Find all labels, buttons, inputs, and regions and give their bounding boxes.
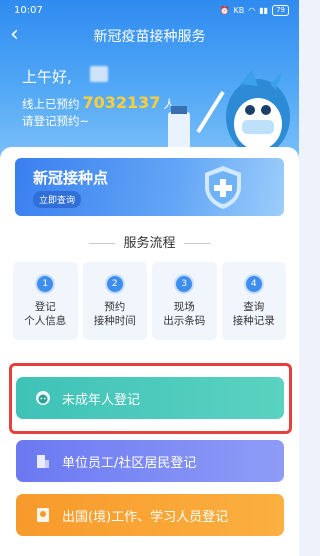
- step-label: 登记 个人信息: [24, 301, 67, 327]
- step-label: 预约 接种时间: [93, 301, 136, 327]
- step-show-code: 3 现场 出示条码: [152, 262, 217, 340]
- appointment-count: 线上已预约 7032137 人: [22, 93, 175, 112]
- process-title: 服务流程: [0, 232, 299, 251]
- username-blurred: [90, 66, 108, 82]
- highlight-box: [9, 363, 292, 434]
- step-number: 2: [104, 274, 125, 294]
- process-steps: 1 登记 个人信息 2 预约 接种时间 3 现场 出示条码 4 查询 接种记录: [13, 262, 286, 340]
- site-card-title: 新冠接种点: [33, 169, 109, 187]
- step-label: 查询 接种记录: [232, 301, 275, 327]
- step-number: 4: [243, 274, 264, 294]
- passport-icon: [34, 506, 52, 524]
- step-query-record: 4 查询 接种记录: [221, 262, 286, 340]
- nav-bar: ‹ 新冠疫苗接种服务: [0, 22, 299, 50]
- staff-resident-register-button[interactable]: 单位员工/社区居民登记: [16, 440, 284, 482]
- network-speed-icon: KB: [233, 5, 245, 15]
- wifi-icon: ◠: [248, 5, 256, 15]
- signal-icon: ▮▮: [259, 5, 269, 15]
- status-icons: ⏰ KB ◠ ▮▮ 79: [219, 4, 289, 16]
- shield-icon: [205, 166, 241, 209]
- status-time: 10:07: [14, 4, 43, 16]
- alarm-icon: ⏰: [219, 5, 230, 15]
- query-now-button[interactable]: 立即查询: [33, 191, 82, 208]
- step-book: 2 预约 接种时间: [82, 262, 147, 340]
- status-bar: 10:07 ⏰ KB ◠ ▮▮ 79: [14, 3, 289, 17]
- step-label: 现场 出示条码: [163, 301, 206, 327]
- overseas-register-button[interactable]: 出国(境)工作、学习人员登记: [16, 494, 284, 536]
- step-number: 1: [35, 274, 56, 294]
- greeting-text: 上午好,: [22, 68, 72, 86]
- vaccination-site-card[interactable]: 新冠接种点 立即查询: [15, 158, 284, 216]
- invite-text: 请登记预约~: [22, 114, 90, 128]
- page-title: 新冠疫苗接种服务: [93, 29, 206, 45]
- step-register: 1 登记 个人信息: [13, 262, 78, 340]
- overseas-register-label: 出国(境)工作、学习人员登记: [62, 509, 229, 525]
- building-icon: [34, 452, 52, 470]
- staff-resident-register-label: 单位员工/社区居民登记: [62, 455, 197, 471]
- count-value: 7032137: [82, 93, 161, 112]
- battery-icon: 79: [272, 4, 289, 16]
- step-number: 3: [174, 274, 195, 294]
